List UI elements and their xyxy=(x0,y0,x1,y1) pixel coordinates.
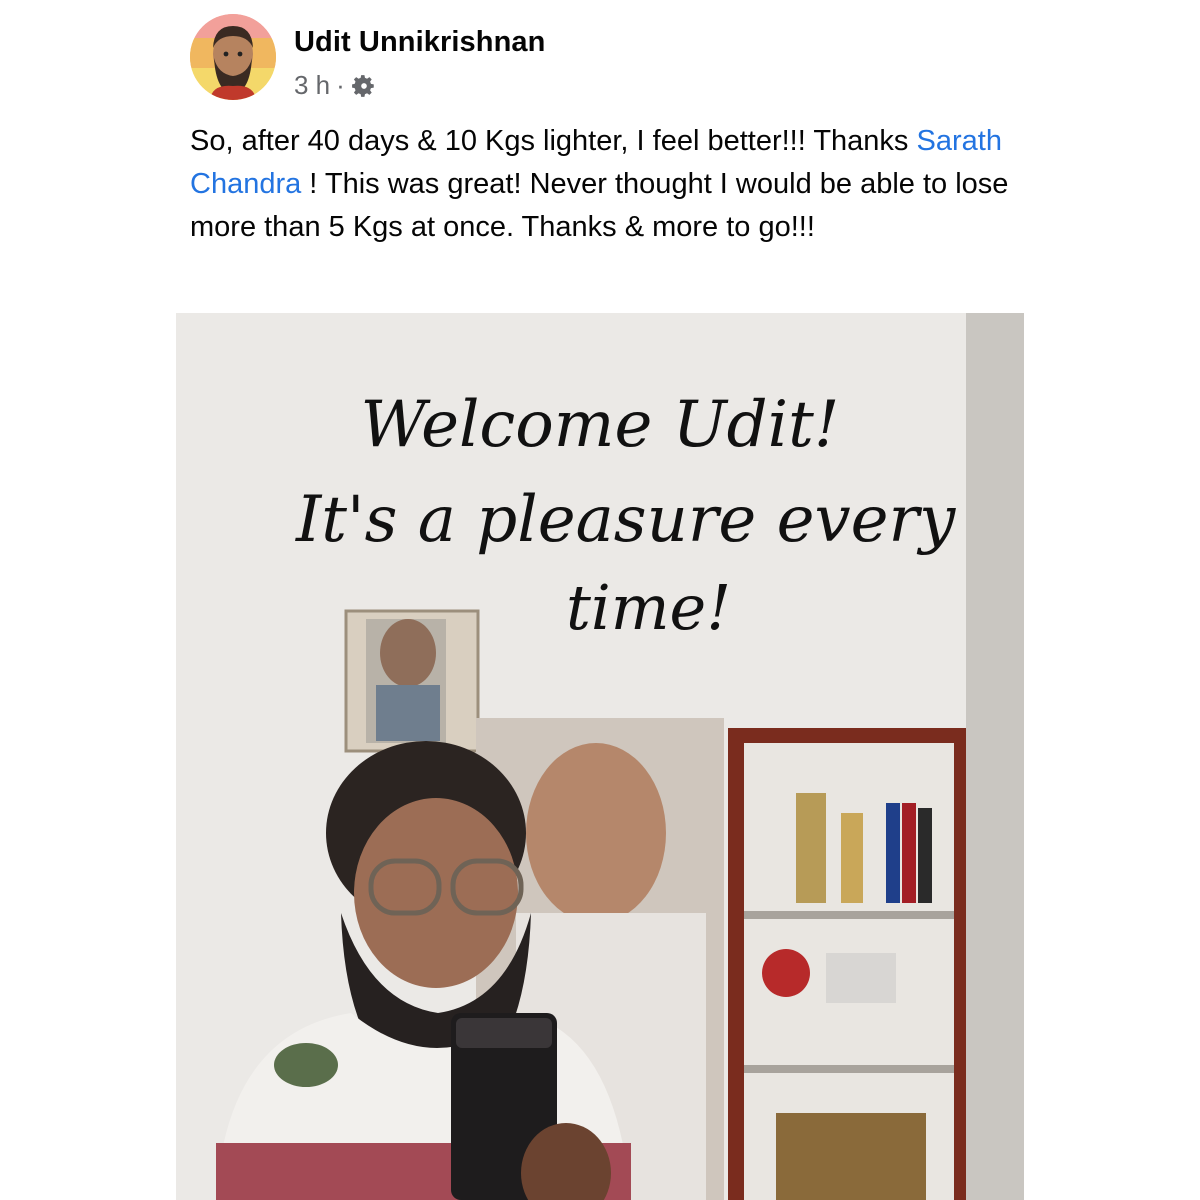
photo-caption-line-3: time! xyxy=(566,571,732,644)
post-text: So, after 40 days & 10 Kgs lighter, I fe… xyxy=(190,120,1030,249)
author-name[interactable]: Udit Unnikrishnan xyxy=(294,26,545,59)
post-text-end: ! This was great! Never thought I would … xyxy=(190,168,1009,243)
photo-caption-line-2: It's a pleasure every xyxy=(296,483,956,557)
post-text-start: So, after 40 days & 10 Kgs lighter, I fe… xyxy=(190,125,917,157)
meta-separator: · xyxy=(336,70,345,100)
avatar-illustration xyxy=(190,14,276,100)
post-photo[interactable]: Welcome Udit! It's a pleasure every time… xyxy=(176,313,1024,1200)
avatar[interactable] xyxy=(190,14,276,100)
post-header: Udit Unnikrishnan 3 h · xyxy=(190,12,1010,107)
post-meta: 3 h · xyxy=(294,70,377,101)
gear-icon[interactable] xyxy=(351,73,377,99)
post-time[interactable]: 3 h xyxy=(294,70,330,101)
photo-caption-line-1: Welcome Udit! xyxy=(360,388,840,462)
